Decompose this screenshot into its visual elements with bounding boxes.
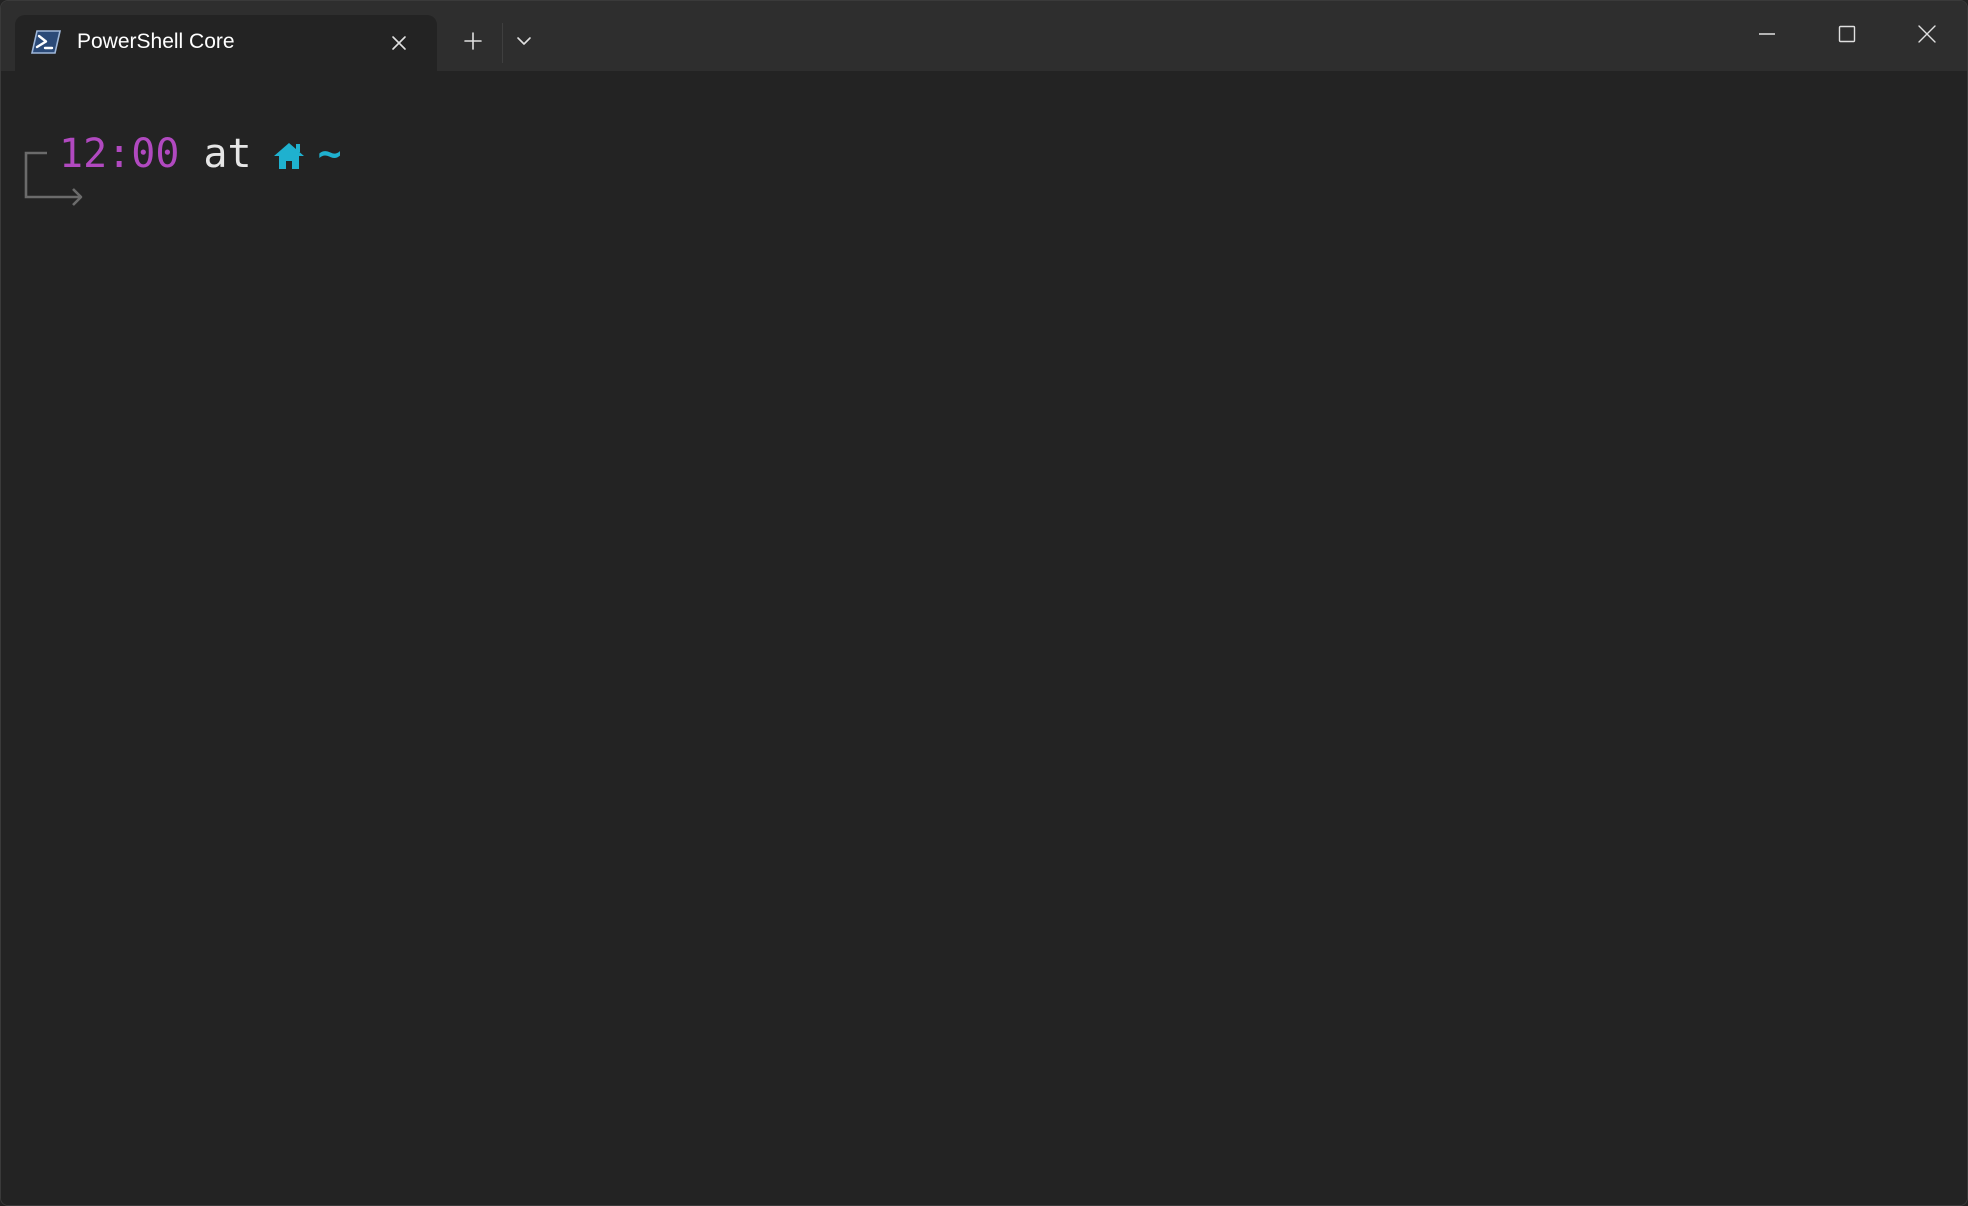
prompt-connector: at — [203, 131, 252, 177]
tab-dropdown-button[interactable] — [504, 21, 544, 61]
close-icon — [392, 36, 406, 50]
prompt-path: ~ — [317, 131, 342, 177]
minimize-button[interactable] — [1727, 1, 1807, 67]
prompt-line: 12:00 at ~ — [59, 129, 342, 179]
new-tab-button[interactable] — [453, 21, 493, 61]
prompt-time: 12:00 — [59, 131, 180, 177]
close-icon — [1918, 25, 1936, 43]
tab-powershell-core[interactable]: PowerShell Core — [15, 15, 437, 71]
close-window-button[interactable] — [1887, 1, 1967, 67]
title-bar[interactable]: PowerShell Core — [1, 1, 1967, 71]
terminal-output[interactable]: 12:00 at ~ — [1, 71, 1967, 1205]
maximize-icon — [1838, 25, 1856, 43]
maximize-button[interactable] — [1807, 1, 1887, 67]
titlebar-divider — [502, 23, 503, 63]
plus-icon — [464, 32, 482, 50]
tab-title: PowerShell Core — [77, 30, 235, 53]
home-icon — [272, 137, 306, 171]
powershell-icon — [30, 29, 62, 55]
chevron-down-icon — [517, 37, 531, 45]
tab-close-button[interactable] — [384, 28, 414, 58]
terminal-window: PowerShell Core 12:00 at ~ — [0, 0, 1968, 1206]
minimize-icon — [1759, 33, 1775, 35]
